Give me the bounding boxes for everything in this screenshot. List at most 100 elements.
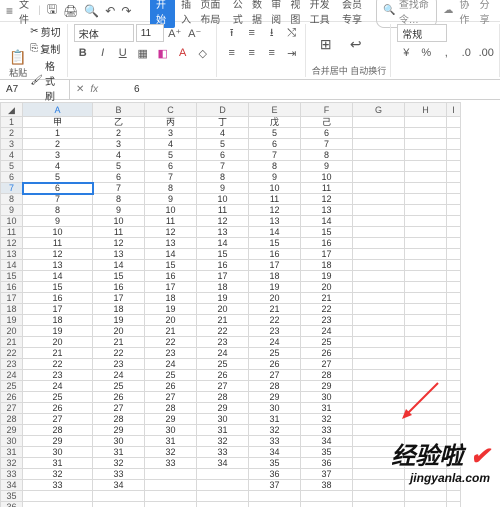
cell[interactable]: 16 xyxy=(145,271,197,282)
cell[interactable]: 20 xyxy=(301,282,353,293)
clear-format-icon[interactable]: ◇ xyxy=(194,44,212,62)
cell[interactable]: 30 xyxy=(249,403,301,414)
cell[interactable] xyxy=(197,469,249,480)
cell[interactable]: 22 xyxy=(23,359,93,370)
cell[interactable]: 13 xyxy=(197,227,249,238)
cell[interactable]: 16 xyxy=(23,293,93,304)
cell[interactable]: 20 xyxy=(249,293,301,304)
cell[interactable] xyxy=(353,480,405,491)
row-header-16[interactable]: 16 xyxy=(1,282,23,293)
cell[interactable] xyxy=(353,150,405,161)
cell[interactable]: 29 xyxy=(93,425,145,436)
cell[interactable]: 18 xyxy=(249,271,301,282)
cell[interactable]: 8 xyxy=(301,150,353,161)
cell[interactable] xyxy=(353,172,405,183)
cell[interactable]: 18 xyxy=(145,293,197,304)
decrease-font-icon[interactable]: A⁻ xyxy=(186,24,204,42)
number-format-combo[interactable]: 常规 xyxy=(397,24,447,42)
cell[interactable]: 24 xyxy=(249,337,301,348)
cell[interactable]: 22 xyxy=(197,326,249,337)
cell[interactable]: 34 xyxy=(249,447,301,458)
cell[interactable]: 26 xyxy=(249,359,301,370)
cell[interactable] xyxy=(447,117,461,128)
cell[interactable]: 15 xyxy=(93,271,145,282)
row-header-6[interactable]: 6 xyxy=(1,172,23,183)
cell[interactable]: 21 xyxy=(23,348,93,359)
cell[interactable] xyxy=(353,447,405,458)
cell[interactable]: 20 xyxy=(197,304,249,315)
cell[interactable] xyxy=(405,194,447,205)
row-header-20[interactable]: 20 xyxy=(1,326,23,337)
cell[interactable]: 11 xyxy=(197,205,249,216)
cell[interactable] xyxy=(447,403,461,414)
cell[interactable]: 15 xyxy=(23,282,93,293)
border-icon[interactable]: ▦ xyxy=(134,44,152,62)
cell[interactable] xyxy=(353,227,405,238)
tab-review[interactable]: 审阅 xyxy=(271,0,284,26)
cell[interactable]: 7 xyxy=(145,172,197,183)
cell[interactable] xyxy=(145,491,197,502)
cell[interactable]: 37 xyxy=(249,480,301,491)
print-icon[interactable]: 🖨 xyxy=(63,4,78,18)
fx-label[interactable]: fx xyxy=(90,84,98,95)
cell[interactable]: 36 xyxy=(249,469,301,480)
row-header-14[interactable]: 14 xyxy=(1,260,23,271)
cell[interactable]: 9 xyxy=(301,161,353,172)
cell[interactable] xyxy=(447,337,461,348)
cell[interactable]: 5 xyxy=(249,128,301,139)
cell[interactable] xyxy=(353,304,405,315)
align-center-icon[interactable]: ≡ xyxy=(243,44,261,62)
cell[interactable]: 乙 xyxy=(93,117,145,128)
cell[interactable]: 6 xyxy=(145,161,197,172)
cell[interactable]: 38 xyxy=(301,480,353,491)
cell[interactable] xyxy=(447,183,461,194)
cell[interactable]: 19 xyxy=(93,315,145,326)
cell[interactable]: 26 xyxy=(23,403,93,414)
cell[interactable] xyxy=(405,238,447,249)
cell[interactable] xyxy=(405,183,447,194)
cell[interactable] xyxy=(405,304,447,315)
cell[interactable] xyxy=(405,172,447,183)
cloud-icon[interactable]: ☁ xyxy=(443,5,453,16)
cell[interactable]: 32 xyxy=(23,469,93,480)
cell[interactable] xyxy=(447,216,461,227)
cell[interactable] xyxy=(353,249,405,260)
cell[interactable] xyxy=(447,381,461,392)
cell[interactable]: 3 xyxy=(23,150,93,161)
col-header-B[interactable]: B xyxy=(93,103,145,117)
cell[interactable]: 34 xyxy=(93,480,145,491)
bold-icon[interactable]: B xyxy=(74,44,92,62)
cell[interactable]: 21 xyxy=(145,326,197,337)
coop-button[interactable]: 协作 xyxy=(459,0,473,26)
cell[interactable]: 9 xyxy=(145,194,197,205)
col-header-G[interactable]: G xyxy=(353,103,405,117)
cell[interactable]: 26 xyxy=(145,381,197,392)
cell[interactable]: 12 xyxy=(93,238,145,249)
cell[interactable]: 8 xyxy=(23,205,93,216)
cell[interactable]: 2 xyxy=(93,128,145,139)
row-header-28[interactable]: 28 xyxy=(1,414,23,425)
cell[interactable]: 23 xyxy=(249,326,301,337)
cell[interactable] xyxy=(353,326,405,337)
cell[interactable] xyxy=(405,381,447,392)
col-header-I[interactable]: I xyxy=(447,103,461,117)
cell[interactable]: 19 xyxy=(23,326,93,337)
increase-font-icon[interactable]: A⁺ xyxy=(166,24,184,42)
cell[interactable]: 30 xyxy=(145,425,197,436)
cell[interactable]: 26 xyxy=(197,370,249,381)
cell[interactable] xyxy=(405,392,447,403)
cell[interactable] xyxy=(447,458,461,469)
row-header-36[interactable]: 36 xyxy=(1,502,23,507)
cell[interactable] xyxy=(353,381,405,392)
cell[interactable]: 13 xyxy=(145,238,197,249)
share-button[interactable]: 分享 xyxy=(480,0,494,26)
cell[interactable]: 8 xyxy=(197,172,249,183)
cell[interactable] xyxy=(353,315,405,326)
cell[interactable]: 31 xyxy=(23,458,93,469)
cell[interactable] xyxy=(405,282,447,293)
cell[interactable]: 28 xyxy=(197,392,249,403)
cell[interactable]: 19 xyxy=(145,304,197,315)
cell[interactable]: 4 xyxy=(145,139,197,150)
cell[interactable] xyxy=(301,491,353,502)
cell[interactable]: 32 xyxy=(145,447,197,458)
